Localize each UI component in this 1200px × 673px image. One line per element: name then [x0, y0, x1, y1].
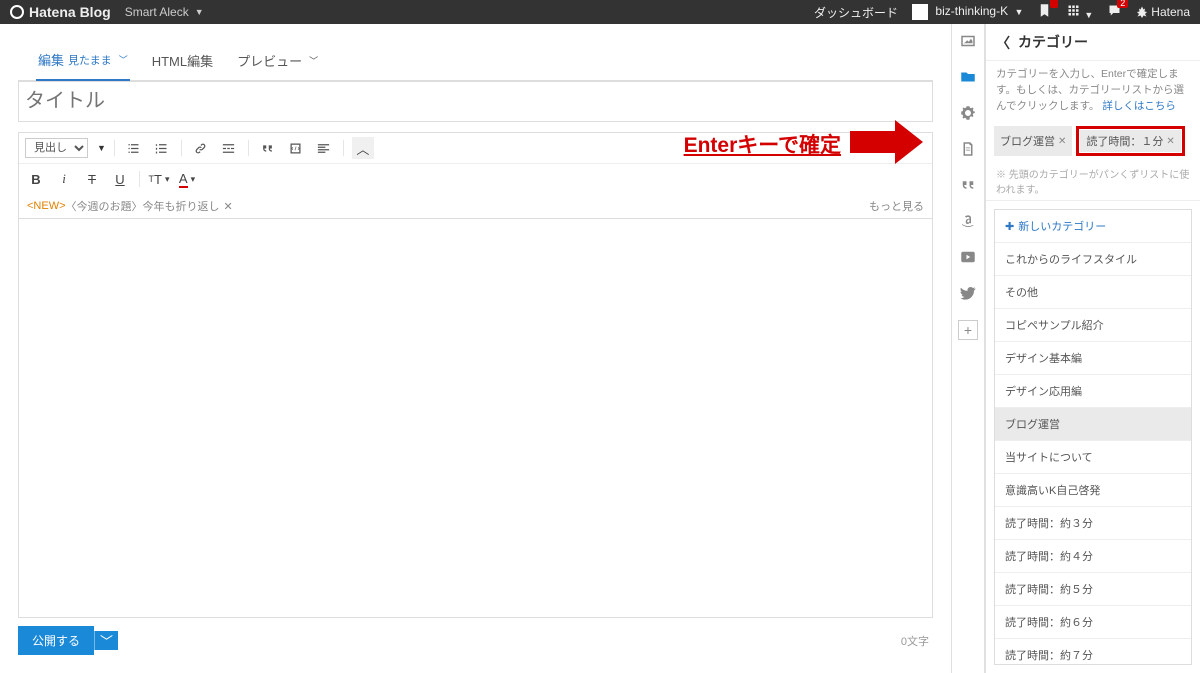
title-input[interactable]	[18, 81, 933, 122]
caret-down-icon: ▼	[1014, 7, 1023, 17]
remove-chip-icon[interactable]: ✕	[1166, 136, 1174, 147]
amazon-icon[interactable]	[959, 212, 977, 230]
color-icon[interactable]: A▾	[176, 168, 198, 190]
apps-icon[interactable]: ▼	[1066, 3, 1093, 21]
topbar-right: ダッシュボード biz-thinking-K ▼ ▼ 2 Hatena	[814, 3, 1190, 21]
new-category-button[interactable]: ✚ 新しいカテゴリー	[995, 210, 1191, 243]
remove-chip-icon[interactable]: ✕	[1058, 136, 1066, 147]
category-item[interactable]: 読了時間：約６分	[995, 606, 1191, 639]
fontsize-icon[interactable]: TT▾	[148, 168, 170, 190]
strike-icon[interactable]: T	[81, 168, 103, 190]
sidebar-help-link[interactable]: 詳しくはこちら	[1102, 100, 1176, 112]
italic-icon[interactable]: i	[53, 168, 75, 190]
bookmark-icon[interactable]	[1037, 3, 1052, 21]
tab-preview[interactable]: プレビュー ﹀	[235, 44, 320, 80]
annotation-arrow	[850, 120, 923, 164]
blog-name-dropdown[interactable]: Smart Aleck ▼	[125, 5, 204, 19]
publish-dropdown[interactable]: ﹀	[94, 631, 118, 650]
avatar-icon	[912, 4, 928, 20]
align-icon[interactable]	[313, 137, 335, 159]
editor-tabs: 編集 見たまま ﹀ HTML編集 プレビュー ﹀	[18, 34, 933, 81]
code-icon[interactable]	[285, 137, 307, 159]
topic-more-link[interactable]: もっと見る	[869, 198, 924, 214]
topic-bar: <NEW> 〈今週のお題〉今年も折り返し ✕ もっと見る	[18, 194, 933, 219]
topic-new-badge: <NEW>	[27, 200, 66, 212]
editor-column: 編集 見たまま ﹀ HTML編集 プレビュー ﹀ 見出し ▼	[0, 24, 951, 673]
chevron-down-icon: ﹀	[309, 54, 318, 67]
category-chips: ブログ運営 ✕ 読了時間：１分 ✕	[986, 120, 1200, 162]
twitter-icon[interactable]	[959, 284, 977, 302]
folder-icon[interactable]	[959, 68, 977, 86]
plus-icon: ✚	[1005, 220, 1014, 233]
tab-edit[interactable]: 編集 見たまま ﹀	[36, 44, 130, 81]
quote-tool-icon[interactable]	[959, 176, 977, 194]
caret-down-icon: ▼	[195, 7, 204, 17]
ol-icon[interactable]	[151, 137, 173, 159]
dashboard-link[interactable]: ダッシュボード	[814, 4, 898, 21]
topbar: Hatena Blog Smart Aleck ▼ ダッシュボード biz-th…	[0, 0, 1200, 24]
brand-text: Hatena Blog	[29, 4, 111, 20]
hatena-ring-icon	[10, 5, 24, 19]
main: 編集 見たまま ﹀ HTML編集 プレビュー ﹀ 見出し ▼	[0, 24, 1200, 673]
char-count: 0文字	[901, 633, 933, 649]
category-item[interactable]: その他	[995, 276, 1191, 309]
category-chip[interactable]: ブログ運営 ✕	[994, 126, 1072, 156]
topic-text[interactable]: 〈今週のお題〉今年も折り返し	[66, 198, 220, 214]
readmore-icon[interactable]	[218, 137, 240, 159]
category-chip[interactable]: 読了時間：１分 ✕	[1080, 130, 1180, 152]
category-item[interactable]: 読了時間：約７分	[995, 639, 1191, 665]
chevron-down-icon: ﹀	[119, 53, 128, 66]
brand-logo[interactable]: Hatena Blog	[10, 4, 111, 20]
quote-icon[interactable]	[257, 137, 279, 159]
close-icon[interactable]: ✕	[224, 200, 233, 213]
sidebar: 〉 カテゴリー カテゴリーを入力し、Enterで確定します。もしくは、カテゴリー…	[985, 24, 1200, 673]
category-item[interactable]: 当サイトについて	[995, 441, 1191, 474]
content-editor[interactable]	[18, 219, 933, 618]
heading-select[interactable]: 見出し	[25, 138, 88, 158]
gear-icon[interactable]	[959, 104, 977, 122]
category-item[interactable]: デザイン基本編	[995, 342, 1191, 375]
sidebar-note: ※ 先頭のカテゴリーがパンくずリストに使われます。	[986, 162, 1200, 201]
category-item[interactable]: 意識高いK自己啓発	[995, 474, 1191, 507]
category-item[interactable]: 読了時間：約３分	[995, 507, 1191, 540]
add-tool-icon[interactable]: +	[958, 320, 978, 340]
sidebar-title: カテゴリー	[1018, 32, 1088, 52]
publish-button[interactable]: 公開する	[18, 626, 94, 655]
hatena-link[interactable]: Hatena	[1136, 5, 1190, 19]
category-list: ✚ 新しいカテゴリー これからのライフスタイルその他コピペサンプル紹介デザイン基…	[994, 209, 1192, 665]
category-item[interactable]: 読了時間：約５分	[995, 573, 1191, 606]
highlighted-chip: 読了時間：１分 ✕	[1076, 126, 1184, 156]
collapse-icon[interactable]: ︿	[352, 137, 374, 159]
chevron-right-icon[interactable]: 〉	[996, 32, 1010, 52]
youtube-icon[interactable]	[959, 248, 977, 266]
annotation-text: Enterキーで確定	[684, 129, 841, 159]
link-icon[interactable]	[190, 137, 212, 159]
category-item[interactable]: デザイン応用編	[995, 375, 1191, 408]
user-menu[interactable]: biz-thinking-K ▼	[912, 4, 1023, 20]
ul-icon[interactable]	[123, 137, 145, 159]
editor-footer: 公開する ﹀ 0文字	[18, 618, 933, 663]
speech-icon[interactable]: 2	[1107, 3, 1122, 21]
sidebar-header: 〉 カテゴリー	[986, 24, 1200, 61]
photo-icon[interactable]	[959, 32, 977, 50]
bold-icon[interactable]: B	[25, 168, 47, 190]
underline-icon[interactable]: U	[109, 168, 131, 190]
category-item[interactable]: これからのライフスタイル	[995, 243, 1191, 276]
tab-html[interactable]: HTML編集	[150, 44, 215, 80]
sidebar-description: カテゴリーを入力し、Enterで確定します。もしくは、カテゴリーリストから選んで…	[986, 61, 1200, 120]
category-item[interactable]: 読了時間：約４分	[995, 540, 1191, 573]
document-icon[interactable]	[959, 140, 977, 158]
tool-strip: +	[951, 24, 985, 673]
category-item[interactable]: ブログ運営	[995, 408, 1191, 441]
category-item[interactable]: コピペサンプル紹介	[995, 309, 1191, 342]
